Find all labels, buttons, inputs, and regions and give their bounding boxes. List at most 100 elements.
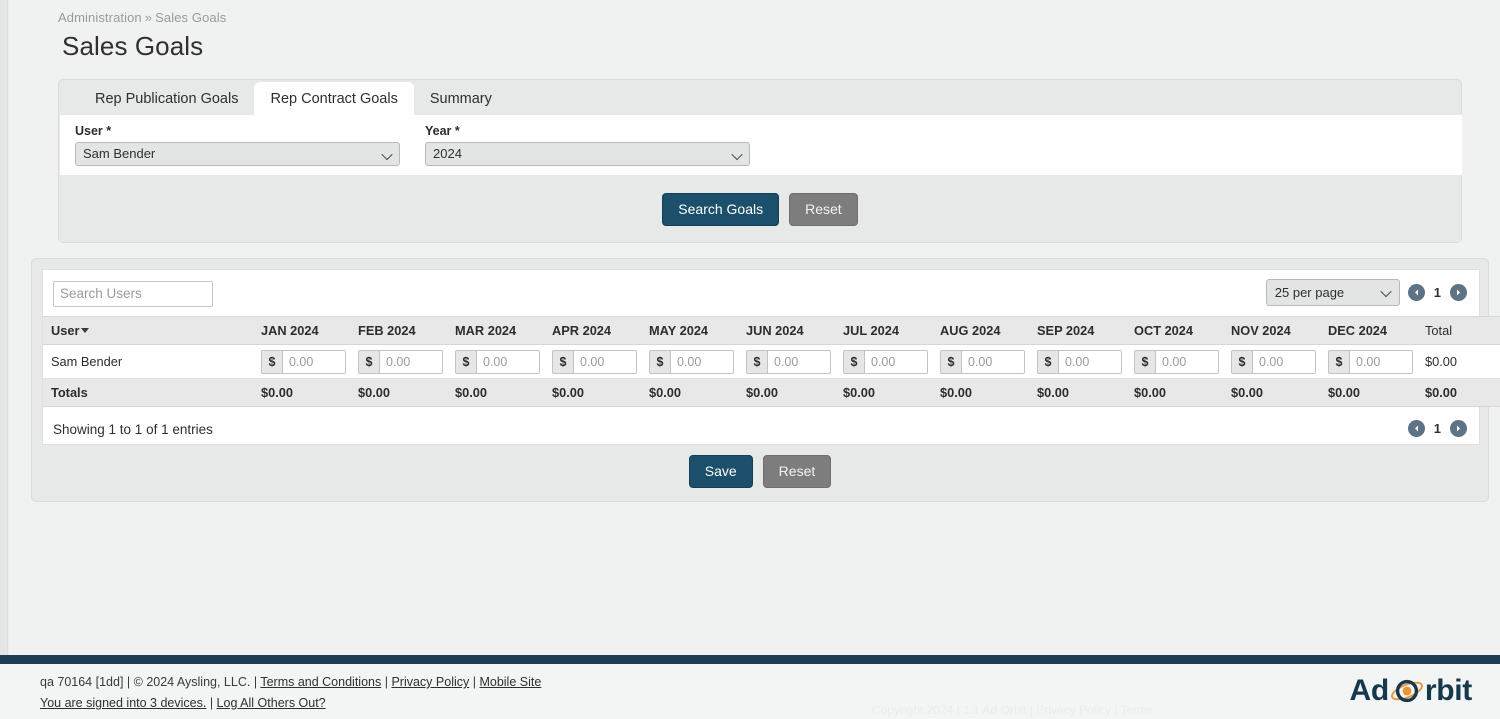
cell-goal-nov: $0.00 — [1223, 345, 1320, 379]
results-inner: Search Users 25 per page 1 — [42, 269, 1480, 445]
showing-entries-text: Showing 1 to 1 of 1 entries — [53, 422, 213, 437]
money-input-group-apr[interactable]: $0.00 — [552, 350, 637, 374]
goals-table: User JAN 2024 FEB 2024 MAR 2024 APR 2024… — [43, 316, 1500, 407]
currency-symbol: $ — [456, 351, 477, 373]
save-button[interactable]: Save — [689, 455, 753, 488]
prev-page-button-bottom[interactable] — [1408, 420, 1425, 437]
prev-page-button-top[interactable] — [1408, 284, 1425, 301]
goal-input-oct[interactable]: 0.00 — [1156, 351, 1218, 373]
goal-input-may[interactable]: 0.00 — [671, 351, 733, 373]
cell-goal-sep: $0.00 — [1029, 345, 1126, 379]
search-reset-button[interactable]: Reset — [789, 193, 858, 226]
money-input-group-nov[interactable]: $0.00 — [1231, 350, 1316, 374]
totals-jul: $0.00 — [835, 379, 932, 407]
sort-caret-icon — [81, 328, 89, 333]
search-panel-actions: Search Goals Reset — [59, 175, 1461, 242]
year-select[interactable]: 2024 — [425, 142, 750, 166]
totals-dec: $0.00 — [1320, 379, 1417, 407]
totals-row: Totals $0.00 $0.00 $0.00 $0.00 $0.00 $0.… — [43, 379, 1500, 407]
goal-input-feb[interactable]: 0.00 — [380, 351, 442, 373]
goal-input-apr[interactable]: 0.00 — [574, 351, 636, 373]
money-input-group-jul[interactable]: $0.00 — [843, 350, 928, 374]
col-header-feb: FEB 2024 — [350, 317, 447, 345]
money-input-group-aug[interactable]: $0.00 — [940, 350, 1025, 374]
pagination-controls-top: 25 per page 1 — [1266, 279, 1467, 306]
col-header-apr: APR 2024 — [544, 317, 641, 345]
goal-input-nov[interactable]: 0.00 — [1253, 351, 1315, 373]
next-page-button-bottom[interactable] — [1450, 420, 1467, 437]
cell-goal-jun: $0.00 — [738, 345, 835, 379]
results-reset-button[interactable]: Reset — [763, 455, 832, 488]
results-card-actions: Save Reset — [32, 455, 1488, 488]
goal-input-jun[interactable]: 0.00 — [768, 351, 830, 373]
breadcrumb-parent[interactable]: Administration — [58, 10, 142, 25]
footer-row-1: qa 70164 [1dd] | © 2024 Aysling, LLC. | … — [40, 675, 541, 689]
col-header-jun: JUN 2024 — [738, 317, 835, 345]
search-users-input[interactable]: Search Users — [53, 281, 213, 307]
currency-symbol: $ — [941, 351, 962, 373]
totals-nov: $0.00 — [1223, 379, 1320, 407]
table-row: Sam Bender $0.00 $0.00 $0.00 $0.00 $0.00… — [43, 345, 1500, 379]
cell-goal-apr: $0.00 — [544, 345, 641, 379]
money-input-group-feb[interactable]: $0.00 — [358, 350, 443, 374]
col-header-user[interactable]: User — [43, 317, 253, 345]
currency-symbol: $ — [844, 351, 865, 373]
footer-build: qa 70164 [1dd] — [40, 675, 123, 689]
footer-row-2: You are signed into 3 devices. | Log All… — [40, 696, 541, 710]
totals-jan: $0.00 — [253, 379, 350, 407]
goal-input-jan[interactable]: 0.00 — [283, 351, 345, 373]
signed-in-devices-link[interactable]: You are signed into 3 devices. — [40, 696, 206, 710]
tab-rep-contract-goals[interactable]: Rep Contract Goals — [254, 82, 413, 116]
money-input-group-may[interactable]: $0.00 — [649, 350, 734, 374]
currency-symbol: $ — [1329, 351, 1350, 373]
goal-input-mar[interactable]: 0.00 — [477, 351, 539, 373]
user-select[interactable]: Sam Bender — [75, 142, 400, 166]
goal-input-sep[interactable]: 0.00 — [1059, 351, 1121, 373]
col-header-oct: OCT 2024 — [1126, 317, 1223, 345]
currency-symbol: $ — [1135, 351, 1156, 373]
log-all-others-out-link[interactable]: Log All Others Out? — [217, 696, 326, 710]
currency-symbol: $ — [650, 351, 671, 373]
pager-bottom: 1 — [1408, 420, 1467, 437]
per-page-select[interactable]: 25 per page — [1266, 279, 1400, 306]
money-input-group-sep[interactable]: $0.00 — [1037, 350, 1122, 374]
tab-rep-publication-goals[interactable]: Rep Publication Goals — [79, 82, 254, 116]
chevron-right-icon — [1454, 424, 1463, 433]
breadcrumb-current[interactable]: Sales Goals — [155, 10, 226, 25]
cell-user-name: Sam Bender — [43, 345, 253, 379]
money-input-group-jan[interactable]: $0.00 — [261, 350, 346, 374]
logo-text-ad: Ad — [1349, 674, 1388, 708]
footer: qa 70164 [1dd] | © 2024 Aysling, LLC. | … — [0, 664, 1500, 719]
search-goals-button[interactable]: Search Goals — [662, 193, 779, 226]
currency-symbol: $ — [1038, 351, 1059, 373]
goal-input-jul[interactable]: 0.00 — [865, 351, 927, 373]
chevron-right-icon — [1454, 288, 1463, 297]
table-header-row: User JAN 2024 FEB 2024 MAR 2024 APR 2024… — [43, 317, 1500, 345]
money-input-group-dec[interactable]: $0.00 — [1328, 350, 1413, 374]
cell-goal-oct: $0.00 — [1126, 345, 1223, 379]
currency-symbol: $ — [359, 351, 380, 373]
cell-goal-mar: $0.00 — [447, 345, 544, 379]
col-header-jan: JAN 2024 — [253, 317, 350, 345]
terms-link[interactable]: Terms and Conditions — [260, 675, 381, 689]
col-header-may: MAY 2024 — [641, 317, 738, 345]
goal-input-aug[interactable]: 0.00 — [962, 351, 1024, 373]
col-header-mar: MAR 2024 — [447, 317, 544, 345]
page-number-bottom: 1 — [1434, 421, 1441, 436]
tab-summary[interactable]: Summary — [414, 82, 508, 116]
tab-bar: Rep Publication Goals Rep Contract Goals… — [59, 80, 508, 116]
money-input-group-oct[interactable]: $0.00 — [1134, 350, 1219, 374]
totals-label: Totals — [43, 379, 253, 407]
goal-input-dec[interactable]: 0.00 — [1350, 351, 1412, 373]
user-field-label: User * — [75, 124, 400, 138]
mobile-site-link[interactable]: Mobile Site — [479, 675, 541, 689]
breadcrumb: Administration»Sales Goals — [58, 10, 226, 25]
money-input-group-mar[interactable]: $0.00 — [455, 350, 540, 374]
col-header-user-label: User — [51, 323, 79, 338]
money-input-group-jun[interactable]: $0.00 — [746, 350, 831, 374]
totals-sep: $0.00 — [1029, 379, 1126, 407]
col-header-dec: DEC 2024 — [1320, 317, 1417, 345]
col-header-aug: AUG 2024 — [932, 317, 1029, 345]
privacy-link[interactable]: Privacy Policy — [391, 675, 469, 689]
next-page-button-top[interactable] — [1450, 284, 1467, 301]
